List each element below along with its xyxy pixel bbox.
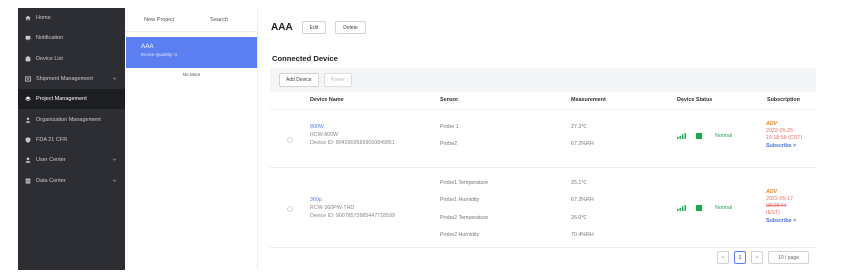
sidebar-item-device-list[interactable]: Device List — [18, 49, 125, 69]
table-header: Device Name Sensor Measurement Device St… — [270, 92, 816, 109]
measurement-value: 70.4%RH — [571, 232, 594, 238]
project-card-quantity: Device Quantity: 0 — [141, 52, 177, 57]
measurement-value: 25.1℃ — [571, 180, 588, 186]
measurement-value: 67.2%RH — [571, 141, 594, 147]
measurement-value: 27.3℃ — [571, 124, 588, 130]
new-project-button[interactable]: New Project — [144, 17, 174, 23]
measurement-value: 26.0℃ — [571, 215, 588, 221]
col-device-name: Device Name — [310, 97, 344, 103]
subscription-time: 16:18:58 (CST) — [766, 135, 803, 141]
project-card-name: AAA — [141, 43, 154, 50]
col-sensor: Sensor — [440, 97, 459, 103]
device-name-link[interactable]: 800W — [310, 124, 324, 130]
sidebar-item-label: User Center — [36, 157, 66, 164]
home-icon — [24, 15, 31, 22]
table-row: 800W RCW-800W Device ID: 804290958990508… — [270, 109, 816, 167]
sensor-name: Probe2 Humidity — [440, 232, 480, 238]
device-model: RCW-800W — [310, 132, 339, 138]
page-number-button[interactable]: 1 — [734, 251, 746, 264]
device-icon — [24, 55, 31, 62]
sidebar-item-home[interactable]: Home — [18, 8, 125, 28]
sensor-name: Probe1 Humidity — [440, 197, 480, 203]
sensor-name: Probe2 — [440, 141, 458, 147]
page-title: AAA — [271, 22, 293, 33]
measurement-value: 67.3%RH — [571, 197, 594, 203]
subscription-time: 08:28:44 — [766, 203, 787, 209]
data-icon — [24, 177, 31, 184]
project-card-selected[interactable]: AAA Device Quantity: 0 — [126, 37, 257, 68]
device-model: RCW-360PW-THD — [310, 205, 355, 211]
message-icon — [24, 35, 31, 42]
subscription-date: 2022-05-25 — [766, 128, 794, 134]
sidebar-item-label: Data Center — [36, 177, 66, 184]
subscription-type: ADV — [766, 189, 778, 195]
sidebar-item-label: Project Management — [36, 96, 87, 103]
organization-icon — [24, 116, 31, 123]
user-icon — [24, 157, 31, 164]
shipment-icon — [24, 76, 31, 83]
table-row: 360p RCW-360PW-THD Device ID: 9007857398… — [270, 167, 816, 247]
prev-page-button[interactable]: < — [717, 251, 729, 264]
sidebar-item-notification[interactable]: Notification — [18, 28, 125, 48]
subscribe-link[interactable]: Subscribe > — [766, 218, 796, 224]
sidebar-item-label: Shipment Management — [36, 76, 93, 83]
status-badge: Normal — [715, 133, 733, 139]
sensor-name: Probe1 Temperature — [440, 180, 489, 186]
sidebar-item-label: Home — [36, 15, 51, 22]
project-list-panel: New Project Search AAA Device Quantity: … — [125, 8, 258, 270]
subscription-type: ADV — [766, 121, 778, 127]
sidebar-item-user-center[interactable]: User Center — [18, 150, 125, 170]
no-more-text: No More — [182, 72, 201, 77]
chevron-down-icon — [112, 178, 117, 183]
sidebar-item-data-center[interactable]: Data Center — [18, 170, 125, 190]
next-page-button[interactable]: > — [751, 251, 763, 264]
sidebar-item-label: FDA 21 CFR — [36, 136, 68, 143]
device-name-link[interactable]: 360p — [310, 197, 322, 203]
device-toolbar: Add Device Power — [270, 68, 816, 92]
delete-button[interactable]: Delete — [335, 21, 366, 34]
chevron-down-icon — [112, 76, 117, 81]
subscription-timezone: (EST) — [766, 210, 780, 216]
search-button[interactable]: Search — [210, 17, 228, 23]
edit-button[interactable]: Edit — [301, 21, 327, 34]
sensor-name: Probe2 Temperature — [440, 215, 489, 221]
project-icon — [24, 96, 31, 103]
signal-icon — [677, 205, 686, 211]
row-select-radio[interactable] — [287, 137, 293, 143]
subscription-date: 2022-05-17 — [766, 196, 794, 202]
sidebar-item-organization-management[interactable]: Organization Management — [18, 109, 125, 129]
device-id: Device ID: 90078573985447718599 — [310, 213, 395, 219]
sensor-name: Probe 1 — [440, 124, 459, 130]
sidebar-item-fda-21-cfr[interactable]: FDA 21 CFR — [18, 130, 125, 150]
signal-icon — [677, 133, 686, 139]
sidebar-item-label: Notification — [36, 35, 64, 42]
main-content: AAA Edit Delete Connected Device Add Dev… — [258, 8, 858, 270]
row-select-radio[interactable] — [287, 206, 293, 212]
divider — [270, 247, 816, 248]
status-indicator-icon — [696, 205, 702, 211]
subscribe-link[interactable]: Subscribe > — [766, 143, 796, 149]
shield-icon — [24, 136, 31, 143]
device-id: Device ID: 80429095899050849851 — [310, 140, 395, 146]
col-measurement: Measurement — [571, 97, 606, 103]
sidebar: Home Notification Device List Shipment M… — [18, 8, 125, 270]
sidebar-item-shipment-management[interactable]: Shipment Management — [18, 69, 125, 89]
sidebar-item-label: Organization Management — [36, 116, 101, 123]
project-list-header: New Project Search — [125, 8, 257, 32]
add-device-button[interactable]: Add Device — [279, 73, 319, 87]
app-window: Home Notification Device List Shipment M… — [0, 0, 858, 278]
sidebar-item-project-management[interactable]: Project Management — [18, 89, 125, 110]
section-title: Connected Device — [272, 54, 338, 63]
chevron-down-icon — [112, 157, 117, 162]
power-button[interactable]: Power — [323, 73, 352, 87]
col-subscription: Subscription — [767, 97, 800, 103]
page-size-select[interactable]: 10 / page — [768, 251, 809, 264]
status-indicator-icon — [696, 133, 702, 139]
status-badge: Normal — [715, 205, 733, 211]
col-device-status: Device Status — [677, 97, 713, 103]
project-title-row: AAA Edit Delete — [271, 21, 366, 34]
sidebar-item-label: Device List — [36, 55, 63, 62]
